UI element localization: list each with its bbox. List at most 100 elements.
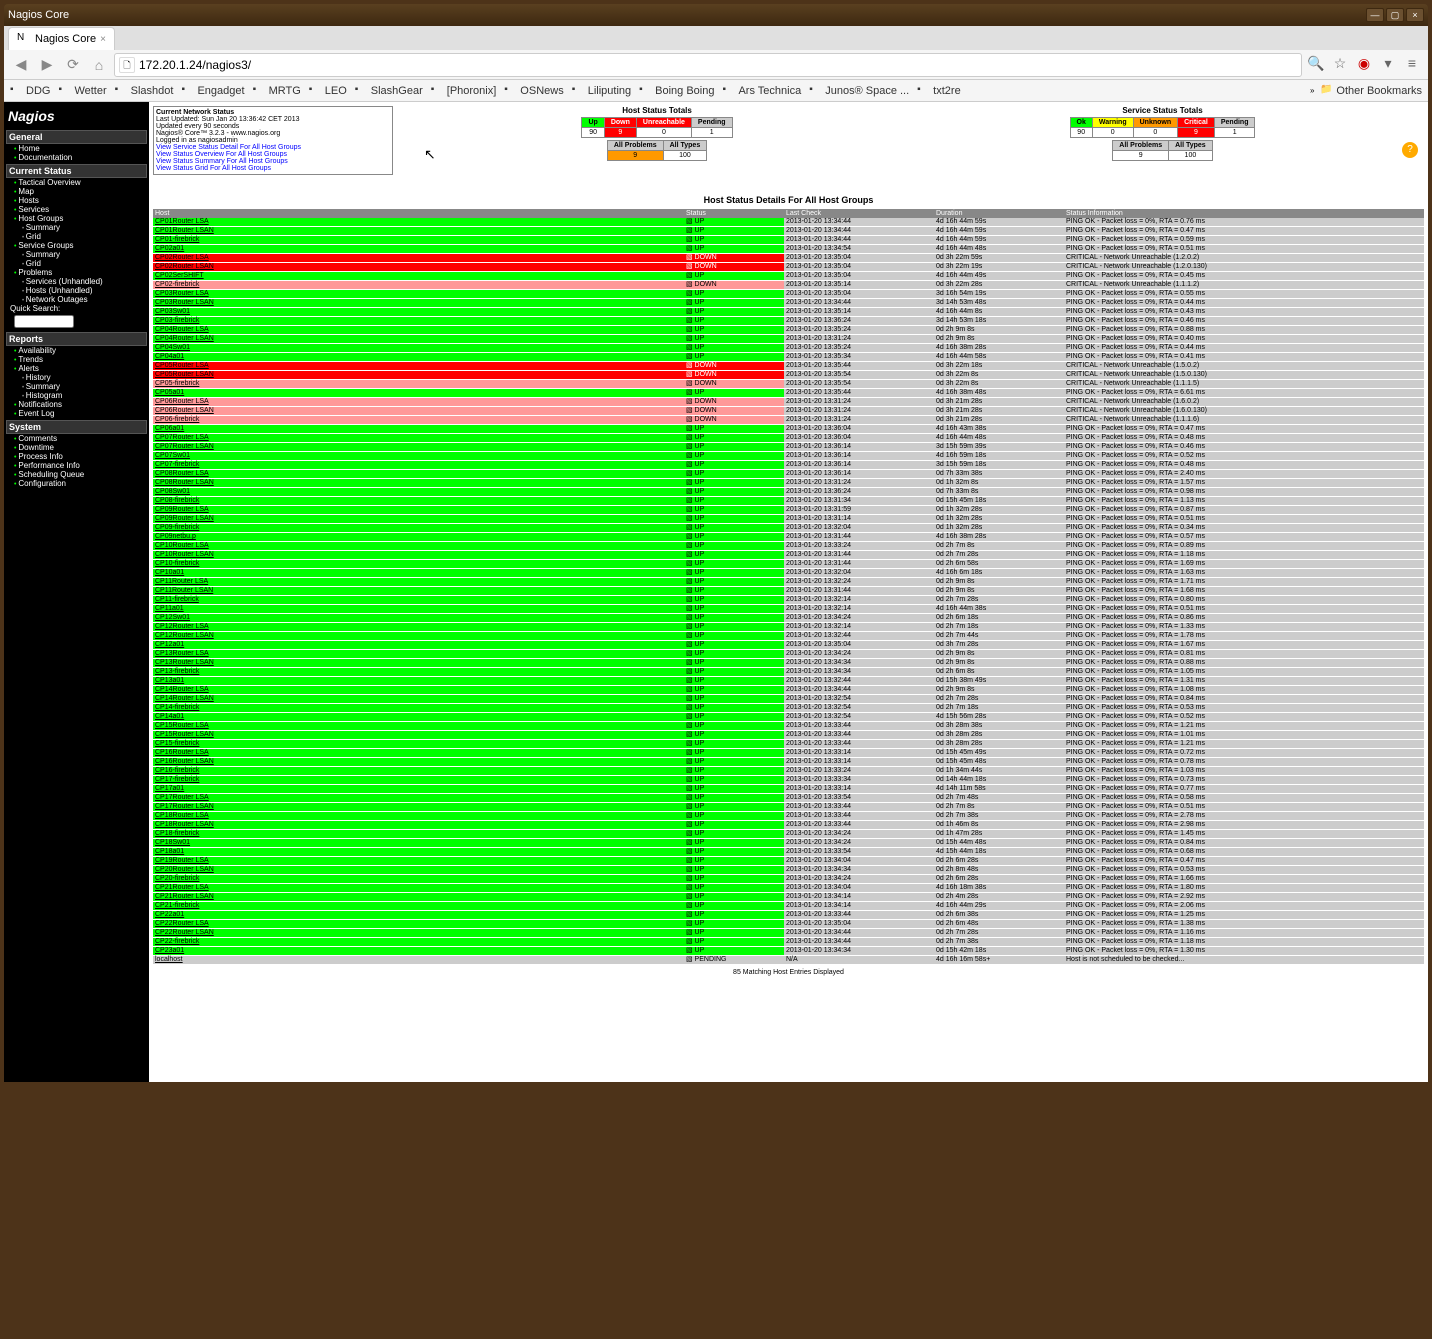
host-cell[interactable]: CP10a01 — [153, 569, 684, 578]
host-cell[interactable]: CP11a01 — [153, 605, 684, 614]
host-cell[interactable]: CP13a01 — [153, 677, 684, 686]
nav-item[interactable]: Alerts — [6, 364, 147, 373]
host-cell[interactable]: CP04Router LSA — [153, 326, 684, 335]
host-cell[interactable]: CP18a01 — [153, 848, 684, 857]
status-link[interactable]: View Status Grid For All Host Groups — [156, 165, 390, 172]
nav-item[interactable]: Home — [6, 144, 147, 153]
host-cell[interactable]: CP07Sw01 — [153, 452, 684, 461]
col-lastcheck[interactable]: Last Check — [784, 209, 934, 218]
host-cell[interactable]: CP02Router LSAN — [153, 263, 684, 272]
nav-subitem[interactable]: Grid — [6, 259, 147, 268]
nav-item[interactable]: Hosts — [6, 196, 147, 205]
nav-item[interactable]: Map — [6, 187, 147, 196]
adblock-icon[interactable]: ◉ — [1354, 55, 1374, 75]
host-cell[interactable]: CP15Router LSA — [153, 722, 684, 731]
back-button[interactable]: ◀ — [10, 54, 32, 76]
col-info[interactable]: Status Information — [1064, 209, 1424, 218]
host-cell[interactable]: CP02Router LSA — [153, 254, 684, 263]
host-cell[interactable]: CP14a01 — [153, 713, 684, 722]
host-cell[interactable]: CP10Router LSAN — [153, 551, 684, 560]
host-cell[interactable]: CP01-firebrick — [153, 236, 684, 245]
host-cell[interactable]: CP05a01 — [153, 389, 684, 398]
host-cell[interactable]: CP09Router LSAN — [153, 515, 684, 524]
host-cell[interactable]: CP10Router LSA — [153, 542, 684, 551]
nav-item[interactable]: Notifications — [6, 400, 147, 409]
host-cell[interactable]: CP08Router LSAN — [153, 479, 684, 488]
host-cell[interactable]: CP03Sw01 — [153, 308, 684, 317]
bookmark-item[interactable]: ▪Slashdot — [115, 84, 174, 98]
nav-item[interactable]: Event Log — [6, 409, 147, 418]
status-link[interactable]: View Status Overview For All Host Groups — [156, 151, 390, 158]
nav-subitem[interactable]: Hosts (Unhandled) — [6, 286, 147, 295]
help-icon[interactable]: ? — [1402, 142, 1418, 158]
bookmark-item[interactable]: ▪SlashGear — [355, 84, 423, 98]
bookmark-item[interactable]: ▪Liliputing — [572, 84, 631, 98]
bookmark-item[interactable]: ▪Engadget — [181, 84, 244, 98]
nav-item[interactable]: Scheduling Queue — [6, 470, 147, 479]
col-status[interactable]: Status — [684, 209, 784, 218]
host-cell[interactable]: CP13Router LSA — [153, 650, 684, 659]
bookmark-item[interactable]: ▪DDG — [10, 84, 50, 98]
nav-item[interactable]: Tactical Overview — [6, 178, 147, 187]
host-cell[interactable]: CP18-firebrick — [153, 830, 684, 839]
host-cell[interactable]: CP09-firebrick — [153, 524, 684, 533]
bookmarks-overflow-icon[interactable]: » — [1310, 86, 1314, 95]
status-link[interactable]: View Status Summary For All Host Groups — [156, 158, 390, 165]
host-cell[interactable]: localhost — [153, 956, 684, 965]
host-cell[interactable]: CP12a01 — [153, 641, 684, 650]
host-cell[interactable]: CP04Router LSAN — [153, 335, 684, 344]
host-cell[interactable]: CP22a01 — [153, 911, 684, 920]
menu-icon[interactable]: ≡ — [1402, 55, 1422, 75]
host-cell[interactable]: CP21Router LSAN — [153, 893, 684, 902]
host-cell[interactable]: CP11-firebrick — [153, 596, 684, 605]
host-cell[interactable]: CP11Router LSA — [153, 578, 684, 587]
host-cell[interactable]: CP15Router LSAN — [153, 731, 684, 740]
host-cell[interactable]: CP06-firebrick — [153, 416, 684, 425]
host-cell[interactable]: CP07Router LSAN — [153, 443, 684, 452]
zoom-icon[interactable]: 🔍 — [1306, 55, 1326, 75]
host-cell[interactable]: CP17Router LSAN — [153, 803, 684, 812]
host-cell[interactable]: CP06Router LSAN — [153, 407, 684, 416]
host-cell[interactable]: CP06a01 — [153, 425, 684, 434]
dropdown-icon[interactable]: ▾ — [1378, 55, 1398, 75]
host-cell[interactable]: CP17-firebrick — [153, 776, 684, 785]
host-cell[interactable]: CP17Router LSA — [153, 794, 684, 803]
host-cell[interactable]: CP13-firebrick — [153, 668, 684, 677]
url-input[interactable] — [139, 58, 1297, 72]
tab-close-icon[interactable]: × — [100, 34, 106, 45]
host-cell[interactable]: CP04Sw01 — [153, 344, 684, 353]
host-cell[interactable]: CP03Router LSAN — [153, 299, 684, 308]
bookmark-item[interactable]: ▪Junos® Space ... — [809, 84, 909, 98]
browser-tab[interactable]: N Nagios Core × — [8, 27, 115, 50]
host-cell[interactable]: CP04a01 — [153, 353, 684, 362]
nav-subitem[interactable]: Grid — [6, 232, 147, 241]
nav-item[interactable]: Process Info — [6, 452, 147, 461]
minimize-button[interactable]: — — [1366, 8, 1384, 22]
host-cell[interactable]: CP18Router LSA — [153, 812, 684, 821]
url-bar[interactable]: 🗋 — [114, 53, 1302, 77]
nav-item[interactable]: Services — [6, 205, 147, 214]
col-duration[interactable]: Duration — [934, 209, 1064, 218]
host-cell[interactable]: CP01Router LSA — [153, 218, 684, 227]
maximize-button[interactable]: ▢ — [1386, 8, 1404, 22]
close-button[interactable]: × — [1406, 8, 1424, 22]
bookmark-star-icon[interactable]: ☆ — [1330, 55, 1350, 75]
quick-search-input[interactable] — [14, 315, 74, 328]
nav-subitem[interactable]: Network Outages — [6, 295, 147, 304]
nav-subitem[interactable]: Histogram — [6, 391, 147, 400]
forward-button[interactable]: ▶ — [36, 54, 58, 76]
host-cell[interactable]: CP21Router LSA — [153, 884, 684, 893]
host-cell[interactable]: CP14Router LSAN — [153, 695, 684, 704]
host-cell[interactable]: CP05Router LSAN — [153, 371, 684, 380]
nav-item[interactable]: Documentation — [6, 153, 147, 162]
host-cell[interactable]: CP14Router LSA — [153, 686, 684, 695]
host-cell[interactable]: CP03-firebrick — [153, 317, 684, 326]
bookmark-item[interactable]: ▪Boing Boing — [639, 84, 714, 98]
host-cell[interactable]: CP17a01 — [153, 785, 684, 794]
other-bookmarks[interactable]: 📁 Other Bookmarks — [1320, 84, 1422, 98]
host-cell[interactable]: CP22Router LSA — [153, 920, 684, 929]
host-cell[interactable]: CP08Router LSA — [153, 470, 684, 479]
bookmark-item[interactable]: ▪OSNews — [504, 84, 563, 98]
host-cell[interactable]: CP23a01 — [153, 947, 684, 956]
nav-subitem[interactable]: Services (Unhandled) — [6, 277, 147, 286]
